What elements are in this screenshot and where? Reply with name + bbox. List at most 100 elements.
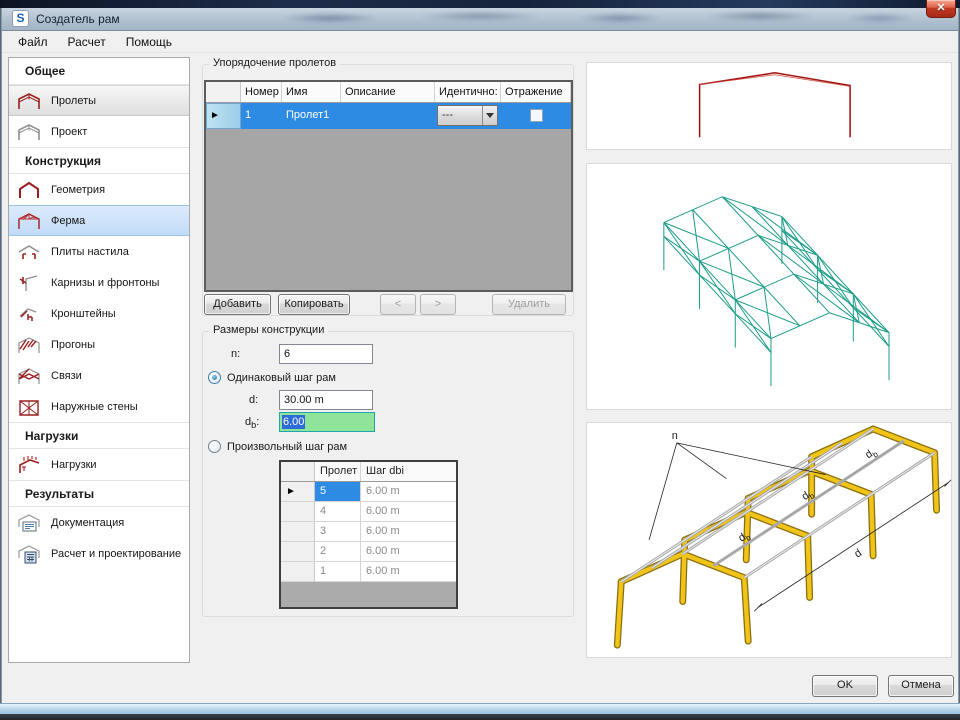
db-input[interactable]: 6.00 xyxy=(279,412,375,432)
d-input[interactable]: 30.00 m xyxy=(279,390,373,410)
bay-number[interactable]: 1 xyxy=(315,562,361,582)
bay-step[interactable]: 6.00 m xyxy=(361,502,456,522)
bay-row[interactable]: ► 5 6.00 m xyxy=(281,482,456,502)
col-step: Шаг dbi xyxy=(366,465,404,477)
identical-dropdown[interactable]: --- xyxy=(437,105,498,126)
truss-icon xyxy=(18,212,40,229)
next-button[interactable]: > xyxy=(420,294,456,315)
sidebar-item-geometry[interactable]: Геометрия xyxy=(9,174,189,205)
window-border-left xyxy=(0,8,2,706)
window-title: Создатель рам xyxy=(36,12,120,26)
row-selector xyxy=(281,502,315,522)
cell-desc[interactable] xyxy=(341,103,435,129)
col-mirror: Отражение xyxy=(501,82,571,102)
purlins-icon xyxy=(18,336,40,353)
bay-number[interactable]: 3 xyxy=(315,522,361,542)
cell-name[interactable]: Пролет1 xyxy=(282,103,341,129)
radio-on-icon xyxy=(208,371,221,384)
bracing-icon xyxy=(18,367,40,384)
custom-spacing-radio[interactable]: Произвольный шаг рам xyxy=(208,440,347,453)
copy-button[interactable]: Копировать xyxy=(278,294,350,315)
add-button[interactable]: Добавить xyxy=(204,294,271,315)
section-results: Результаты xyxy=(9,480,189,507)
menu-calc[interactable]: Расчет xyxy=(58,32,116,52)
sidebar-item-truss[interactable]: Ферма xyxy=(9,205,189,236)
mirror-checkbox[interactable] xyxy=(529,109,543,122)
sidebar-item-project[interactable]: Проект xyxy=(9,116,189,147)
section-general: Общее xyxy=(9,58,189,85)
menu-file[interactable]: Файл xyxy=(8,32,58,52)
custom-spacing-label: Произвольный шаг рам xyxy=(227,440,348,453)
dimension-illustration-preview: n db db db d xyxy=(586,422,952,658)
sidebar-item-docs[interactable]: Документация xyxy=(9,507,189,538)
radio-off-icon xyxy=(208,440,221,453)
menu-help[interactable]: Помощь xyxy=(116,32,182,52)
gold-frame-drawing: n db db db d xyxy=(613,425,951,649)
identical-value: --- xyxy=(442,109,453,121)
bay-step[interactable]: 6.00 m xyxy=(361,562,456,582)
sidebar-item-label: Плиты настила xyxy=(51,245,129,258)
col-identical: Идентично: xyxy=(435,82,501,102)
red-frame-drawing xyxy=(698,71,851,138)
n-dimension-label: n xyxy=(672,430,678,442)
menu-bar: Файл Расчет Помощь xyxy=(2,31,958,53)
title-bar[interactable]: S Создатель рам xyxy=(0,8,960,31)
chevron-down-icon[interactable] xyxy=(482,106,497,125)
sidebar-item-loads[interactable]: Нагрузки xyxy=(9,449,189,480)
cancel-button[interactable]: Отмена xyxy=(888,675,954,697)
delete-button[interactable]: Удалить xyxy=(492,294,566,315)
bay-step[interactable]: 6.00 m xyxy=(361,482,456,502)
cell-mirror xyxy=(501,103,571,129)
prev-button[interactable]: < xyxy=(380,294,416,315)
sidebar-item-label: Нагрузки xyxy=(51,458,97,471)
spans-table[interactable]: Номер Имя Описание Идентично: Отражение … xyxy=(204,80,573,292)
sidebar-item-purlins[interactable]: Прогоны xyxy=(9,329,189,360)
sidebar-item-brackets[interactable]: Кронштейны xyxy=(9,298,189,329)
bay-number[interactable]: 5 xyxy=(315,482,361,502)
frame-creator-window: S Создатель рам ✕ Файл Расчет Помощь Общ… xyxy=(0,0,960,720)
sidebar-item-label: Связи xyxy=(51,369,82,382)
sidebar-item-deck[interactable]: Плиты настила xyxy=(9,236,189,267)
row-selector-header xyxy=(281,462,315,481)
sidebar: Общее Пролеты Проект Конструкция Геометр… xyxy=(8,57,190,663)
sidebar-item-design[interactable]: Расчет и проектирование xyxy=(9,538,189,569)
uniform-spacing-radio[interactable]: Одинаковый шаг рам xyxy=(208,371,336,384)
bay-row[interactable]: 1 6.00 m xyxy=(281,562,456,582)
bay-number[interactable]: 2 xyxy=(315,542,361,562)
n-input[interactable]: 6 xyxy=(279,344,373,364)
background-window-strip xyxy=(0,0,960,8)
sidebar-item-label: Геометрия xyxy=(51,183,106,196)
bay-row[interactable]: 4 6.00 m xyxy=(281,502,456,522)
bay-step[interactable]: 6.00 m xyxy=(361,542,456,562)
geometry-arch-icon xyxy=(19,181,39,198)
bay-spacing-table[interactable]: Пролет Шаг dbi ► 5 6.00 m 4 6.00 m 3 6.0… xyxy=(279,460,458,609)
cell-number[interactable]: 1 xyxy=(241,103,282,129)
bay-row[interactable]: 3 6.00 m xyxy=(281,522,456,542)
close-button[interactable]: ✕ xyxy=(926,0,956,18)
sidebar-item-label: Пролеты xyxy=(51,94,97,107)
sidebar-item-label: Проект xyxy=(51,125,88,138)
bay-row[interactable]: 2 6.00 m xyxy=(281,542,456,562)
calculation-icon xyxy=(18,544,40,563)
brackets-icon xyxy=(19,307,37,321)
col-span: Пролет xyxy=(315,462,361,481)
sidebar-item-eaves[interactable]: Карнизы и фронтоны xyxy=(9,267,189,298)
row-selector xyxy=(281,562,315,582)
sidebar-item-walls[interactable]: Наружные стены xyxy=(9,391,189,422)
row-selector xyxy=(281,522,315,542)
row-marker: ► xyxy=(281,482,315,502)
dimensions-group: Размеры конструкции n: 6 Одинаковый шаг … xyxy=(202,324,574,617)
window-border-bottom xyxy=(0,703,960,714)
sidebar-item-label: Документация xyxy=(51,516,125,529)
app-icon: S xyxy=(12,10,29,27)
span-ordering-group: Упорядочение пролетов Номер Имя Описание… xyxy=(202,57,574,316)
span-row-1[interactable]: ► 1 Пролет1 --- xyxy=(206,103,571,129)
bay-step[interactable]: 6.00 m xyxy=(361,522,456,542)
n-label: n: xyxy=(231,348,241,360)
sidebar-item-label: Прогоны xyxy=(51,338,96,351)
ok-button[interactable]: OK xyxy=(812,675,878,697)
db-label: db: xyxy=(245,416,260,431)
bay-number[interactable]: 4 xyxy=(315,502,361,522)
sidebar-item-bracing[interactable]: Связи xyxy=(9,360,189,391)
sidebar-item-spans[interactable]: Пролеты xyxy=(9,85,189,116)
